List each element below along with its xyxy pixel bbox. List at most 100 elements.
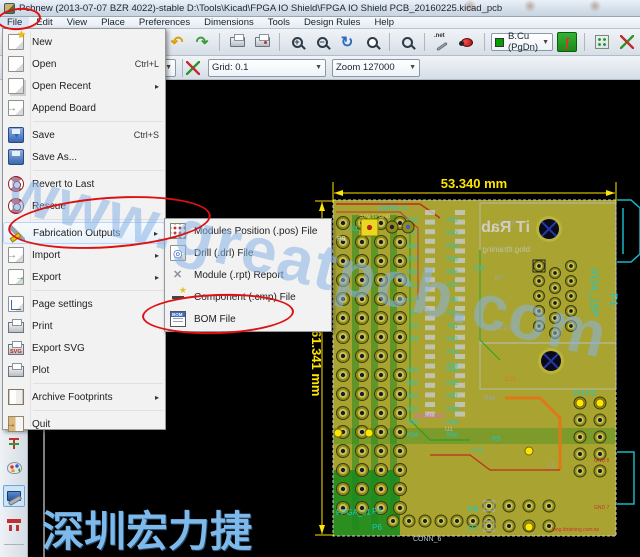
- menubar-item-preferences[interactable]: Preferences: [132, 17, 197, 29]
- menu-item-quit[interactable]: Quit: [3, 413, 165, 435]
- svg-text:R36: R36: [447, 381, 459, 387]
- invisible-layer-toggle-icon[interactable]: ʃ: [556, 31, 578, 53]
- menu-item-label: Page settings: [32, 298, 93, 310]
- menu-item-plot[interactable]: Plot: [3, 359, 165, 381]
- plot-icon[interactable]: [251, 31, 273, 53]
- menu-item-fabrication-outputs[interactable]: Fabrication Outputs ▸: [3, 222, 165, 244]
- export-icon: [8, 269, 25, 285]
- menu-item-save[interactable]: Save Ctrl+S: [3, 124, 165, 146]
- svg-text:R2: R2: [410, 311, 418, 317]
- print-icon[interactable]: [226, 31, 248, 53]
- menu-item-open[interactable]: Open Ctrl+L: [3, 53, 165, 75]
- toolbar-separator: [424, 33, 425, 51]
- redo-icon[interactable]: ↷: [191, 31, 213, 53]
- auto-track-width-icon[interactable]: [182, 57, 204, 79]
- plot-icon: [8, 363, 24, 377]
- zoom-selection-icon[interactable]: [396, 31, 418, 53]
- layer-select-value: B.Cu (PgDn): [508, 31, 539, 53]
- modules-position-pos-file-icon: [170, 223, 186, 239]
- menu-item-label: Save As...: [32, 151, 78, 163]
- menu-separator: [33, 121, 163, 122]
- fabrication-outputs-submenu: Modules Position (.pos) File Drill (.drl)…: [164, 218, 332, 332]
- toolbar-separator: [279, 33, 280, 51]
- zoom-fit-icon[interactable]: [361, 31, 383, 53]
- submenu-item-component-cmp-file[interactable]: Component (.cmp) File: [165, 285, 331, 308]
- menu-item-archive-footprints[interactable]: Archive Footprints ▸: [3, 386, 165, 408]
- zoom-select[interactable]: Zoom 127000 ▼: [332, 58, 420, 77]
- menu-item-label: Print: [32, 320, 53, 332]
- submenu-item-bom-file[interactable]: BOM File: [165, 308, 331, 330]
- menu-item-label: Plot: [32, 364, 50, 376]
- layer-select[interactable]: B.Cu (PgDn) ▼: [491, 31, 554, 53]
- quit-icon: [6, 416, 24, 432]
- submenu-item-drill-drl-file[interactable]: Drill (.drl) File: [165, 242, 331, 264]
- label-p3: P3: [372, 507, 382, 516]
- zoom-in-icon[interactable]: +: [286, 31, 308, 53]
- submenu-item-module-rpt-report[interactable]: Module (.rpt) Report: [165, 264, 331, 286]
- menu-item-label: New: [32, 36, 53, 48]
- svg-text:R40: R40: [447, 433, 459, 439]
- undo-icon[interactable]: ↶: [166, 31, 188, 53]
- menu-item-open-recent[interactable]: Open Recent ▸: [3, 75, 165, 97]
- append-board-icon: [7, 100, 24, 116]
- menubar-item-tools[interactable]: Tools: [261, 17, 297, 29]
- layer-colors-palette-icon[interactable]: [3, 457, 25, 479]
- menu-item-label: Export SVG: [32, 342, 85, 354]
- menu-item-rescue[interactable]: Rescue: [3, 195, 165, 217]
- menu-separator: [33, 410, 163, 411]
- footprint-wrench-icon[interactable]: [3, 514, 25, 536]
- menubar-item-place[interactable]: Place: [94, 17, 132, 29]
- menu-item-new[interactable]: New: [3, 30, 165, 53]
- menu-item-label: Drill (.drl) File: [194, 247, 254, 259]
- module-mode-icon[interactable]: [591, 31, 613, 53]
- label-p7: P7: [468, 524, 478, 533]
- menu-item-export[interactable]: Export ▸: [3, 266, 165, 288]
- menu-item-revert-to-last[interactable]: Revert to Last: [3, 173, 165, 195]
- submenu-arrow-icon: ▸: [153, 228, 158, 238]
- svg-text:R23: R23: [447, 231, 459, 237]
- svg-text:R13: R13: [447, 350, 459, 356]
- menu-separator: [33, 383, 163, 384]
- track-mode-icon[interactable]: [616, 31, 638, 53]
- menu-separator: [33, 170, 163, 171]
- menu-item-shortcut: Ctrl+S: [133, 130, 159, 140]
- menu-item-page-settings[interactable]: Page settings: [3, 293, 165, 315]
- svg-text:R3: R3: [410, 324, 418, 330]
- label-r44: R44: [484, 396, 496, 402]
- menu-item-label: Append Board: [32, 102, 96, 114]
- toolbar-separator: [4, 544, 24, 545]
- drc-bug-icon[interactable]: [456, 31, 478, 53]
- svg-text:R30: R30: [407, 381, 419, 387]
- offboard-connector-outline: [617, 199, 640, 505]
- redraw-icon[interactable]: ↻: [336, 31, 358, 53]
- menubar-item-help[interactable]: Help: [367, 17, 401, 29]
- menubar-item-design-rules[interactable]: Design Rules: [297, 17, 368, 29]
- menu-item-label: Save: [32, 129, 55, 141]
- zoom-out-icon[interactable]: −: [311, 31, 333, 53]
- svg-text:R4: R4: [410, 337, 418, 343]
- menubar-item-dimensions[interactable]: Dimensions: [197, 17, 261, 29]
- label-fpga_j1: FPGA_J1: [336, 508, 371, 517]
- menu-item-label: Rescue: [32, 200, 66, 212]
- menubar-item-view[interactable]: View: [60, 17, 94, 29]
- menu-item-print[interactable]: Print: [3, 315, 165, 337]
- menu-item-export-svg[interactable]: Export SVG: [3, 337, 165, 359]
- grid-select[interactable]: Grid: 0.1 ▼: [208, 58, 326, 77]
- submenu-item-modules-position-pos-file[interactable]: Modules Position (.pos) File: [165, 220, 331, 242]
- menu-separator: [33, 219, 163, 220]
- menu-item-label: Open: [32, 58, 57, 70]
- menubar-item-file[interactable]: File: [0, 16, 30, 29]
- ratsnest-icon[interactable]: [3, 432, 25, 454]
- svg-text:R20: R20: [407, 270, 419, 276]
- label-c12: C12: [472, 448, 484, 454]
- menu-item-label: Component (.cmp) File: [194, 291, 296, 303]
- netlist-icon[interactable]: .net: [431, 31, 453, 53]
- label-p1: P1: [607, 293, 619, 306]
- menu-item-label: Import: [32, 249, 61, 261]
- menubar-item-edit[interactable]: Edit: [29, 17, 59, 29]
- menu-item-save-as[interactable]: Save As...: [3, 146, 165, 168]
- menu-item-append-board[interactable]: Append Board: [3, 97, 165, 119]
- menu-item-import[interactable]: Import ▸: [3, 244, 165, 266]
- label-p6: P6: [372, 523, 382, 532]
- manage-footprints-icon[interactable]: [3, 485, 25, 507]
